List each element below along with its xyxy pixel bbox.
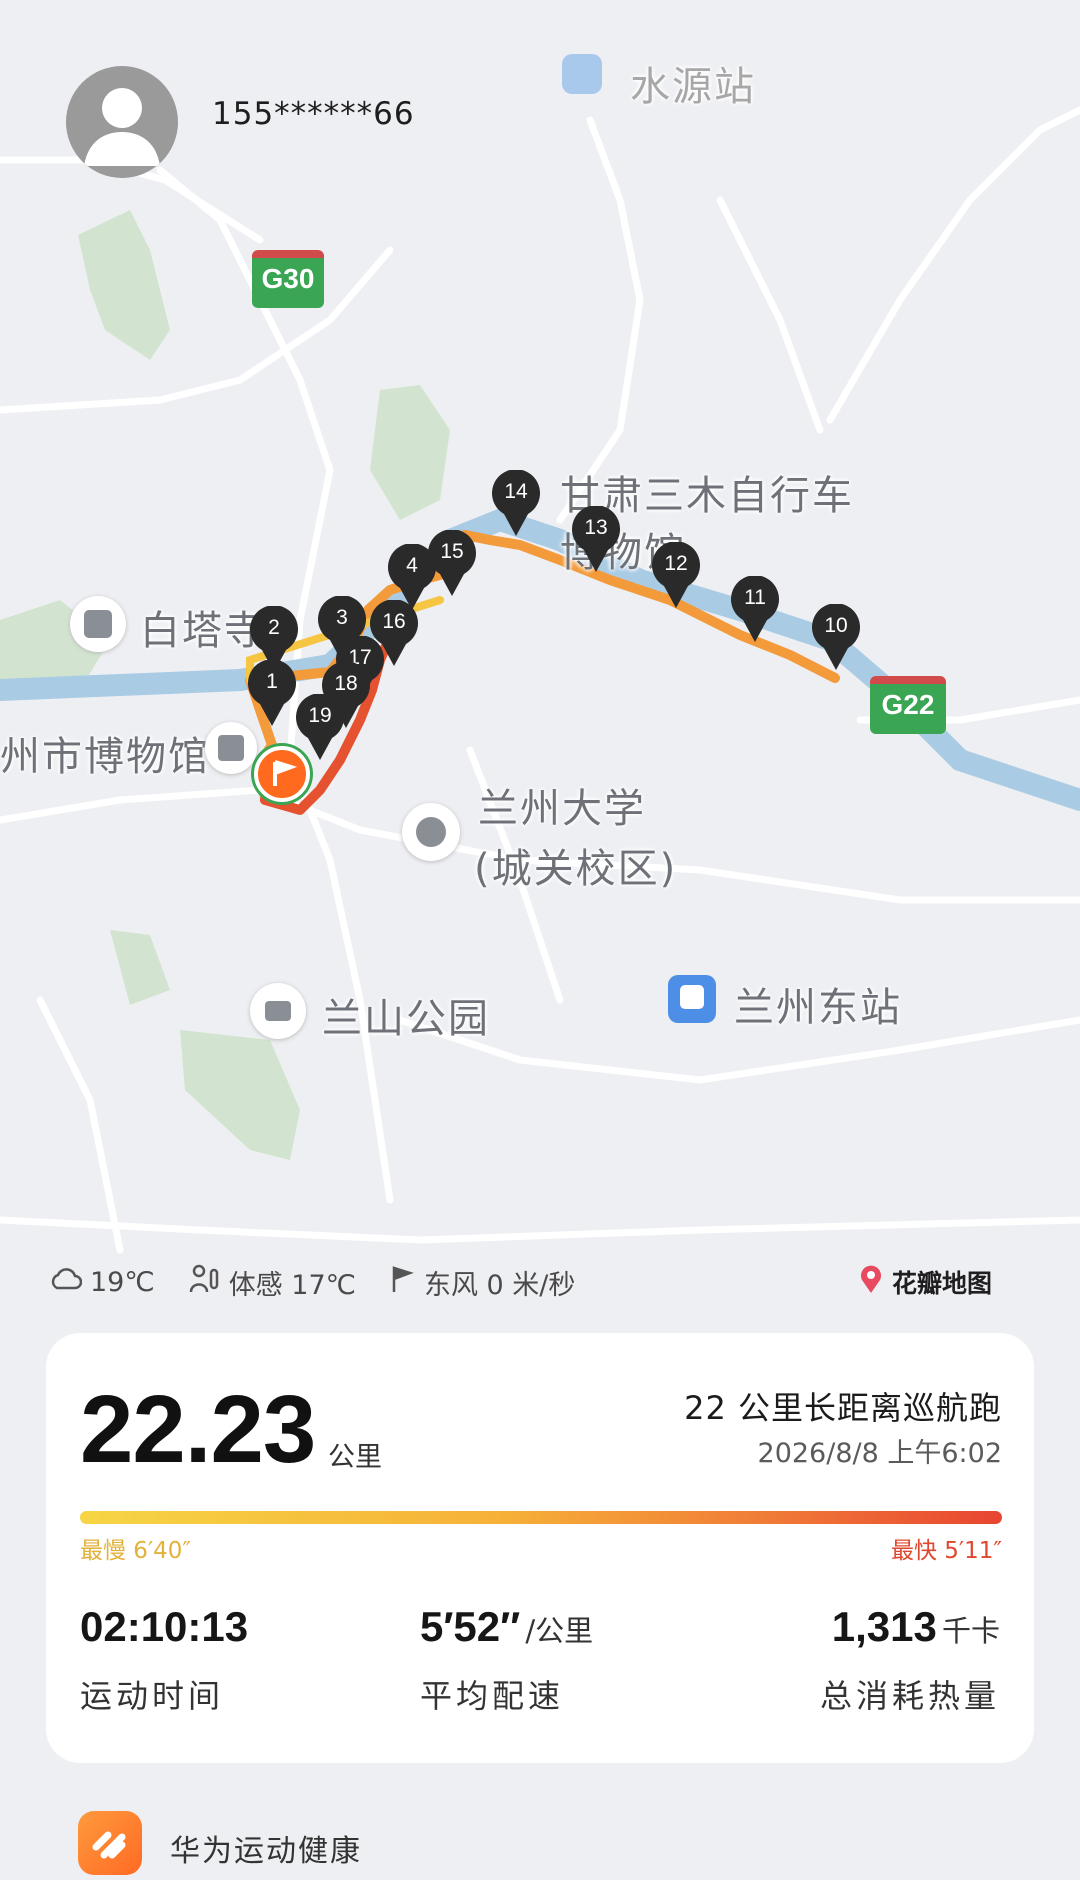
map-provider-name: 花瓣地图 [892, 1269, 993, 1298]
map-canvas [0, 106, 1080, 1254]
road-shield-g30: G30 [252, 250, 324, 308]
map-label-lanshan: 兰山公园 [322, 996, 490, 1042]
finish-flag-icon[interactable] [254, 746, 310, 802]
temperature: 19℃ [90, 1267, 155, 1298]
calories-label: 总消耗热量 [819, 1677, 1000, 1715]
huawei-health-logo-icon [78, 1811, 142, 1875]
park-area [180, 1030, 300, 1160]
masked-phone: 155******66 [212, 96, 415, 132]
distance-value: 22.23 [80, 1376, 316, 1483]
workout-datetime: 2026/8/8 上午6:02 [757, 1438, 1002, 1469]
avg-pace-label: 平均配速 [420, 1677, 565, 1715]
km-marker[interactable]: 13 [570, 506, 622, 574]
map-label-museum: 州市博物馆 [0, 734, 210, 780]
temple-icon [70, 596, 126, 652]
duration-stat: 02:10:13 [80, 1603, 248, 1651]
km-marker[interactable]: 12 [650, 542, 702, 610]
km-marker[interactable]: 11 [729, 576, 781, 644]
wind-flag-icon [388, 1264, 416, 1301]
map-label-lzu: 兰州大学 [478, 786, 646, 832]
feels-like: 体感 17℃ [228, 1270, 356, 1301]
app-name: 华为运动健康 [170, 1834, 362, 1869]
calories-value: 1,313 [831, 1603, 937, 1650]
map-label-shuiyuan: 水源站 [630, 64, 756, 110]
calories-stat: 1,313 千卡 [832, 1603, 1000, 1651]
duration-label: 运动时间 [80, 1677, 225, 1715]
km-marker[interactable]: 15 [426, 530, 478, 598]
calories-unit: 千卡 [941, 1614, 1000, 1648]
pace-gradient-bar [80, 1511, 1002, 1524]
map-label-lanzhou-east: 兰州东站 [734, 985, 902, 1031]
train-station-icon [668, 975, 716, 1023]
avg-pace-stat: 5′52″ /公里 [420, 1603, 593, 1651]
weather-bar: 19℃ 体感 17℃ 东风 0 米/秒 [48, 1262, 597, 1303]
route-map[interactable]: 155******66 水源站 G30 G22 甘肃三木自行车 博物馆 白塔寺 … [0, 0, 1080, 1330]
school-icon [402, 803, 460, 861]
map-label-lzu-2: (城关校区) [474, 846, 678, 892]
park-area [370, 385, 450, 520]
distance-unit: 公里 [328, 1442, 382, 1473]
park-area [78, 210, 170, 360]
avg-pace-unit: /公里 [525, 1614, 594, 1648]
train-station-icon [562, 54, 602, 94]
avatar[interactable] [66, 66, 178, 178]
km-marker[interactable]: 1 [246, 660, 298, 728]
cloud-icon [48, 1266, 83, 1299]
duration-value: 02:10:13 [80, 1603, 249, 1650]
road-shield-g22: G22 [870, 676, 946, 734]
fastest-pace: 最快 5′11″ [890, 1538, 1002, 1564]
wind: 东风 0 米/秒 [423, 1270, 576, 1301]
slowest-pace: 最慢 6′40″ [80, 1538, 192, 1564]
workout-summary-card[interactable]: 22.23 公里 22 公里长距离巡航跑 2026/8/8 上午6:02 最慢 … [46, 1333, 1034, 1763]
feels-like-icon [187, 1262, 221, 1303]
museum-icon [205, 722, 257, 774]
workout-title: 22 公里长距离巡航跑 [684, 1389, 1002, 1427]
user-icon [84, 88, 160, 166]
camera-icon [250, 983, 306, 1039]
park-area [110, 930, 170, 1005]
avg-pace-value: 5′52″ [420, 1603, 521, 1650]
map-pin-icon [858, 1264, 884, 1300]
km-marker[interactable]: 14 [490, 470, 542, 538]
map-provider: 花瓣地图 [858, 1264, 992, 1300]
km-marker[interactable]: 10 [810, 604, 862, 672]
